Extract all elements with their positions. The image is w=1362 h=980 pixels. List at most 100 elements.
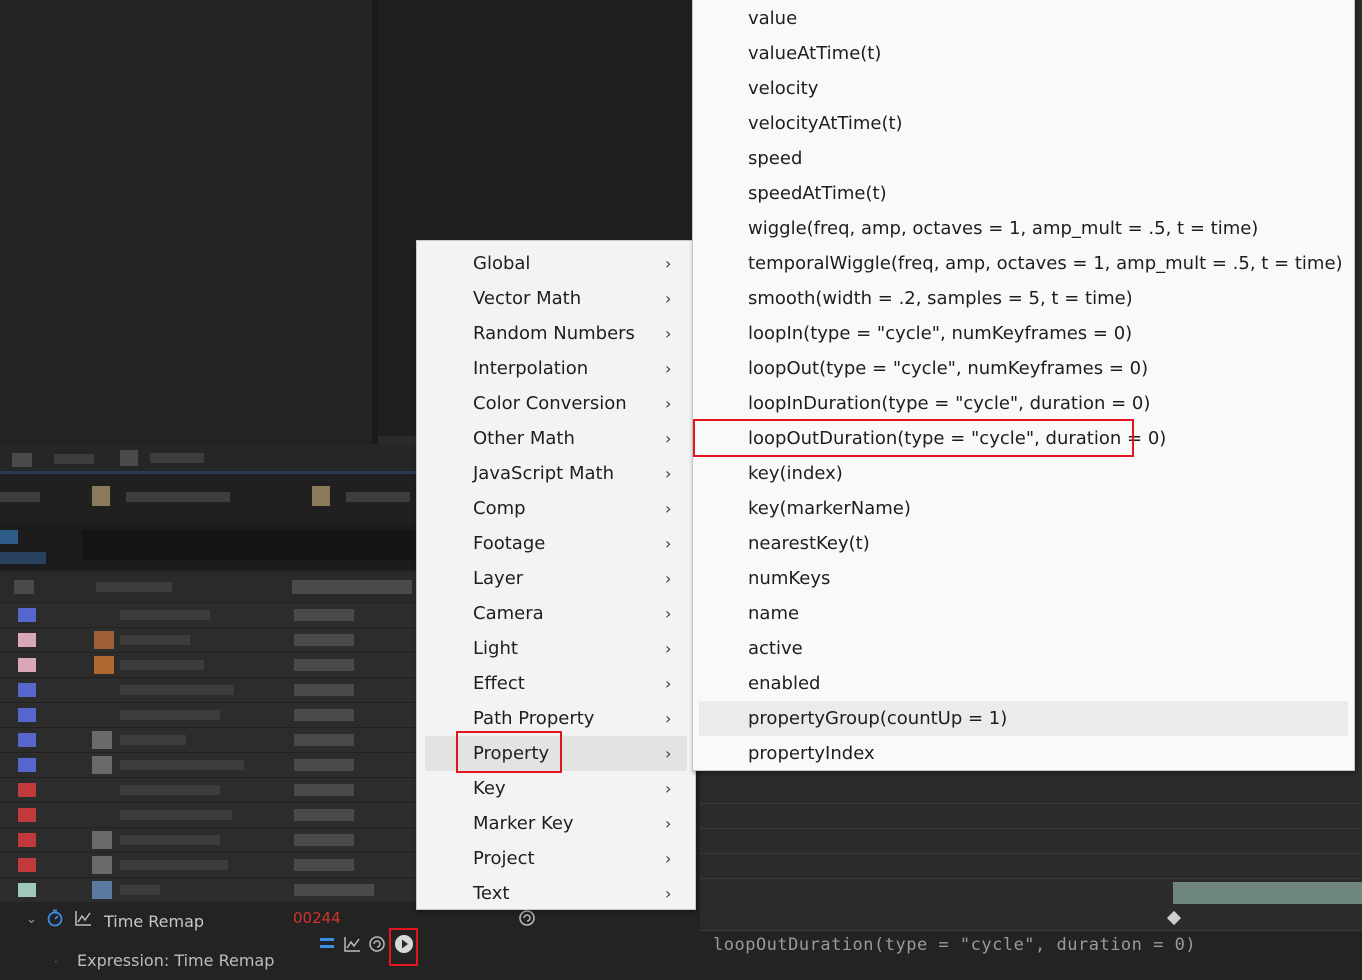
menu-item-light[interactable]: Light › <box>425 631 687 666</box>
chevron-right-icon: › <box>665 779 672 798</box>
submenu-item[interactable]: wiggle(freq, amp, octaves = 1, amp_mult … <box>699 211 1348 246</box>
chevron-right-icon: › <box>665 464 672 483</box>
spiral-icon[interactable] <box>368 935 386 953</box>
submenu-item[interactable]: active <box>699 631 1348 666</box>
stopwatch-icon[interactable] <box>46 909 64 927</box>
menu-item-footage[interactable]: Footage › <box>425 526 687 561</box>
submenu-item[interactable]: loopInDuration(type = "cycle", duration … <box>699 386 1348 421</box>
submenu-item[interactable]: nearestKey(t) <box>699 526 1348 561</box>
blurred-text <box>0 492 40 502</box>
menu-item-random-numbers[interactable]: Random Numbers › <box>425 316 687 351</box>
layer-duration-bar[interactable] <box>1173 882 1362 904</box>
expression-text[interactable]: loopOutDuration(type = "cycle", duration… <box>713 935 1196 955</box>
chevron-right-icon: › <box>665 674 672 693</box>
blurred-layer-name <box>120 785 220 795</box>
blurred-comp-icon <box>92 486 110 506</box>
layer-row[interactable] <box>0 678 416 703</box>
menu-item-project[interactable]: Project › <box>425 841 687 876</box>
submenu-item-label: name <box>748 603 800 624</box>
graph-icon[interactable] <box>343 935 361 953</box>
submenu-item[interactable]: key(index) <box>699 456 1348 491</box>
label-color <box>18 758 36 772</box>
label-color <box>18 883 36 897</box>
blurred-thumb <box>92 856 112 874</box>
blurred-layer-name <box>120 860 228 870</box>
menu-item-effect[interactable]: Effect › <box>425 666 687 701</box>
label-color <box>18 683 36 697</box>
menu-item-label: Effect <box>473 673 525 694</box>
track-line <box>700 878 1362 879</box>
menu-item-color-conversion[interactable]: Color Conversion › <box>425 386 687 421</box>
menu-item-comp[interactable]: Comp › <box>425 491 687 526</box>
track-line <box>700 853 1362 854</box>
menu-item-vector-math[interactable]: Vector Math › <box>425 281 687 316</box>
submenu-item[interactable]: numKeys <box>699 561 1348 596</box>
submenu-item[interactable]: velocityAtTime(t) <box>699 106 1348 141</box>
menu-item-label: Key <box>473 778 506 799</box>
layer-row[interactable] <box>0 703 416 728</box>
blurred-layer-name <box>120 660 204 670</box>
submenu-item[interactable]: loopOut(type = "cycle", numKeyframes = 0… <box>699 351 1348 386</box>
submenu-item[interactable]: speedAtTime(t) <box>699 176 1348 211</box>
blurred-layer-name <box>120 710 220 720</box>
blurred-switches <box>294 809 354 821</box>
layer-row[interactable] <box>0 653 416 678</box>
menu-item-key[interactable]: Key › <box>425 771 687 806</box>
chevron-right-icon: › <box>665 254 672 273</box>
menu-item-other-math[interactable]: Other Math › <box>425 421 687 456</box>
timeline-search-input[interactable] <box>82 530 416 560</box>
layer-row[interactable] <box>0 728 416 753</box>
submenu-item[interactable]: temporalWiggle(freq, amp, octaves = 1, a… <box>699 246 1348 281</box>
submenu-item[interactable]: smooth(width = .2, samples = 5, t = time… <box>699 281 1348 316</box>
layer-row[interactable] <box>0 803 416 828</box>
layer-row[interactable] <box>0 778 416 803</box>
submenu-item-label: value <box>748 8 798 29</box>
submenu-item[interactable]: valueAtTime(t) <box>699 36 1348 71</box>
blurred-switches <box>294 709 354 721</box>
menu-item-layer[interactable]: Layer › <box>425 561 687 596</box>
submenu-item[interactable]: name <box>699 596 1348 631</box>
menu-item-label: Vector Math <box>473 288 582 309</box>
blurred-thumb <box>94 656 114 674</box>
menu-item-interpolation[interactable]: Interpolation › <box>425 351 687 386</box>
label-color <box>18 633 36 647</box>
layer-row[interactable] <box>0 878 416 903</box>
menu-item-text[interactable]: Text › <box>425 876 687 911</box>
submenu-item[interactable]: loopIn(type = "cycle", numKeyframes = 0) <box>699 316 1348 351</box>
submenu-item-label: propertyIndex <box>748 743 875 764</box>
expression-label: Expression: Time Remap <box>77 951 275 970</box>
layer-row[interactable] <box>0 828 416 853</box>
submenu-item-label: key(index) <box>748 463 843 484</box>
submenu-item[interactable]: propertyIndex <box>699 736 1348 771</box>
track-line <box>700 803 1362 804</box>
menu-item-camera[interactable]: Camera › <box>425 596 687 631</box>
blurred-layer-name <box>120 685 234 695</box>
menu-item-marker-key[interactable]: Marker Key › <box>425 806 687 841</box>
menu-item-javascript-math[interactable]: JavaScript Math › <box>425 456 687 491</box>
submenu-item[interactable]: velocity <box>699 71 1348 106</box>
layer-row[interactable] <box>0 628 416 653</box>
spiral-icon[interactable] <box>518 909 536 927</box>
label-color <box>18 808 36 822</box>
label-color <box>18 708 36 722</box>
submenu-item[interactable]: value <box>699 1 1348 36</box>
layer-row[interactable] <box>0 753 416 778</box>
graph-icon[interactable] <box>74 909 92 927</box>
submenu-item[interactable]: key(markerName) <box>699 491 1348 526</box>
submenu-item[interactable]: enabled <box>699 666 1348 701</box>
blurred-layer-name <box>120 635 190 645</box>
timeline-graph-area[interactable] <box>700 770 1362 930</box>
blurred-thumb <box>94 631 114 649</box>
submenu-item-label: temporalWiggle(freq, amp, octaves = 1, a… <box>748 253 1343 274</box>
menu-item-label: Color Conversion <box>473 393 627 414</box>
property-value[interactable]: 00244 <box>293 909 341 927</box>
submenu-item-label: valueAtTime(t) <box>748 43 882 64</box>
submenu-item[interactable]: speed <box>699 141 1348 176</box>
equals-icon[interactable] <box>319 935 335 951</box>
menu-item-global[interactable]: Global › <box>425 246 687 281</box>
layer-row[interactable] <box>0 853 416 878</box>
composition-viewer <box>0 0 372 448</box>
submenu-item[interactable]: propertyGroup(countUp = 1) <box>699 701 1348 736</box>
twirl-down-icon[interactable]: ⌄ <box>26 912 37 927</box>
layer-row[interactable] <box>0 603 416 628</box>
